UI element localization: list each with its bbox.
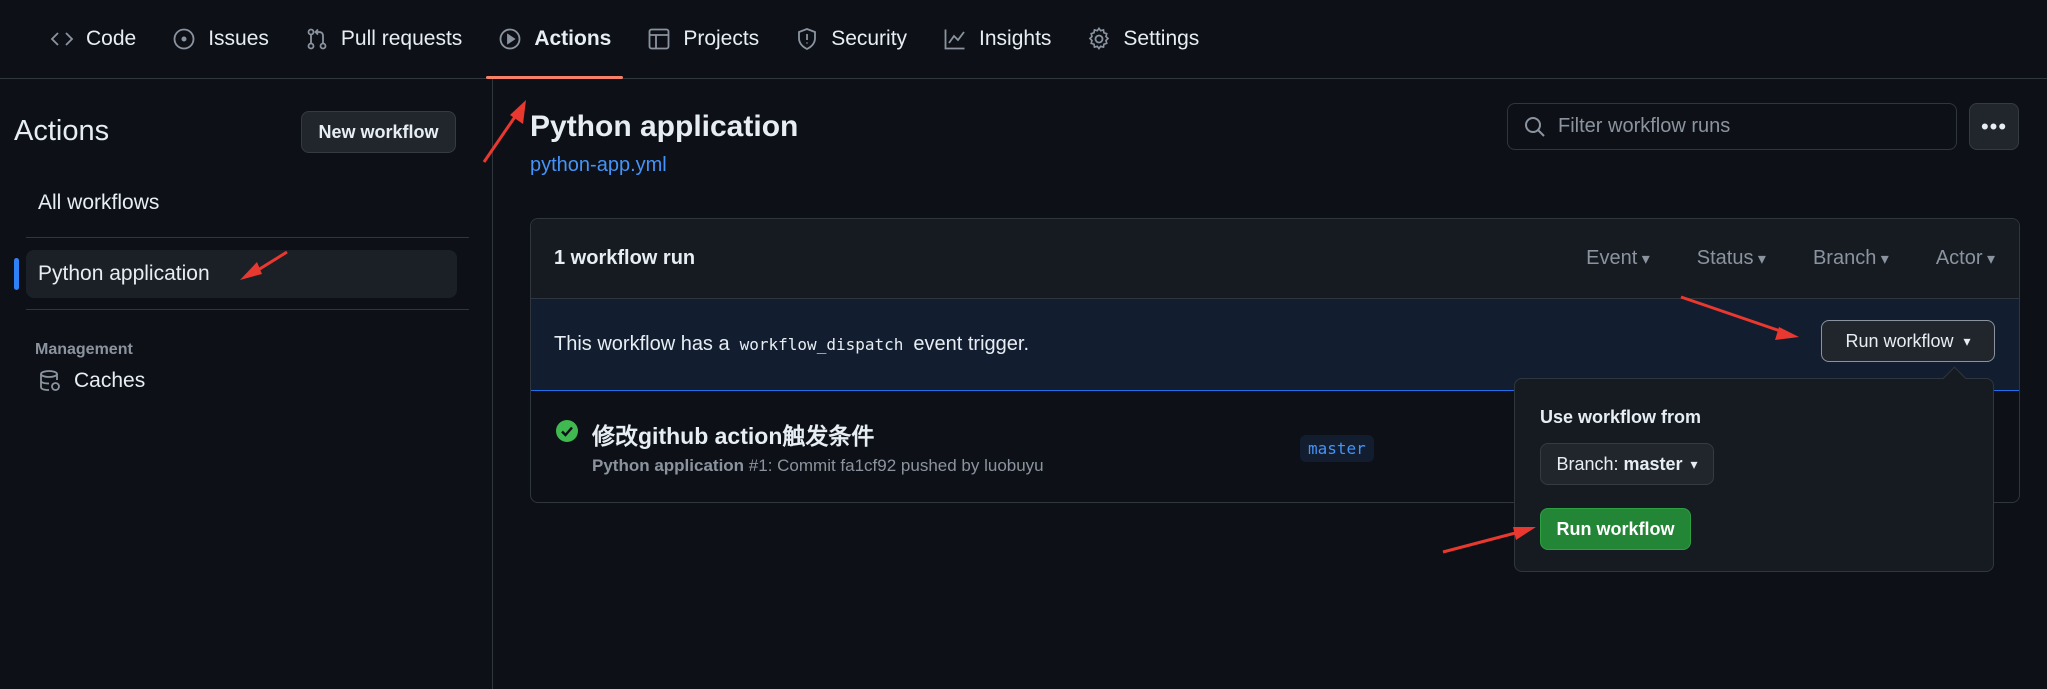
branch-select-button[interactable]: Branch: master ▾ bbox=[1540, 443, 1714, 485]
issue-icon bbox=[173, 28, 195, 50]
workflow-file-link[interactable]: python-app.yml bbox=[530, 154, 667, 177]
tab-code[interactable]: Code bbox=[38, 0, 148, 78]
tab-actions[interactable]: Actions bbox=[486, 0, 624, 79]
popover-label: Use workflow from bbox=[1540, 407, 1702, 427]
run-subtitle: Python application #1: Commit fa1cf92 pu… bbox=[592, 456, 1044, 476]
more-options-button[interactable]: ••• bbox=[1969, 103, 2019, 150]
branch-prefix: Branch: bbox=[1556, 453, 1619, 474]
run-detail: #1: Commit fa1cf92 pushed by luobuyu bbox=[748, 456, 1044, 475]
pull-request-icon bbox=[307, 28, 327, 50]
tab-issues-label: Issues bbox=[208, 27, 269, 50]
filter-branch-dropdown[interactable]: Branch bbox=[1813, 247, 1889, 270]
tab-actions-label: Actions bbox=[534, 27, 612, 50]
run-workflow-name: Python application bbox=[592, 456, 745, 475]
filter-actor-dropdown[interactable]: Actor bbox=[1936, 247, 1995, 270]
branch-tag[interactable]: master bbox=[1300, 435, 1374, 462]
success-check-icon bbox=[556, 420, 578, 442]
sidebar-item-all-workflows[interactable]: All workflows bbox=[26, 179, 457, 227]
sidebar-item-python-application[interactable]: Python application bbox=[14, 250, 457, 298]
table-icon bbox=[648, 28, 670, 50]
tab-issues[interactable]: Issues bbox=[160, 0, 281, 78]
sidebar-item-label: All workflows bbox=[38, 191, 160, 214]
repo-nav: Code Issues Pull requests Actions Projec… bbox=[0, 0, 2047, 79]
chevron-down-icon: ▾ bbox=[1963, 332, 1971, 349]
filter-status-dropdown[interactable]: Status bbox=[1697, 247, 1766, 270]
sidebar-title: Actions bbox=[14, 115, 110, 147]
tab-projects-label: Projects bbox=[683, 27, 760, 50]
tab-security-label: Security bbox=[831, 27, 908, 50]
actions-sidebar: Actions New workflow All workflows Pytho… bbox=[0, 79, 493, 689]
tab-settings[interactable]: Settings bbox=[1075, 0, 1211, 78]
graph-icon bbox=[944, 29, 965, 50]
play-icon bbox=[499, 28, 521, 50]
runs-filters: Event Status Branch Actor bbox=[1586, 247, 1995, 270]
runs-count: 1 workflow run bbox=[554, 247, 696, 269]
tab-insights-label: Insights bbox=[979, 27, 1052, 50]
run-workflow-label: Run workflow bbox=[1845, 330, 1954, 351]
database-icon bbox=[40, 370, 60, 391]
dispatch-prefix: This workflow has a bbox=[554, 333, 730, 355]
workflow-title: Python application bbox=[530, 110, 799, 143]
sidebar-item-caches[interactable]: Caches bbox=[26, 357, 457, 405]
tab-code-label: Code bbox=[86, 27, 137, 50]
dispatch-suffix: event trigger. bbox=[913, 333, 1030, 355]
filter-workflow-runs-input[interactable]: Filter workflow runs bbox=[1507, 103, 1957, 150]
run-workflow-dropdown-button[interactable]: Run workflow ▾ bbox=[1821, 320, 1995, 362]
sidebar-item-label: Python application bbox=[38, 262, 210, 285]
sidebar-item-label: Caches bbox=[74, 369, 146, 392]
branch-value: master bbox=[1623, 453, 1683, 474]
filter-placeholder: Filter workflow runs bbox=[1558, 115, 1731, 137]
sidebar-divider bbox=[26, 309, 469, 310]
tab-pull-requests[interactable]: Pull requests bbox=[293, 0, 474, 78]
chevron-down-icon: ▾ bbox=[1690, 455, 1698, 472]
runs-header: 1 workflow run Event Status Branch Actor bbox=[531, 219, 2019, 299]
search-icon bbox=[1525, 117, 1545, 137]
sidebar-divider bbox=[26, 237, 469, 238]
tab-pull-requests-label: Pull requests bbox=[340, 27, 463, 50]
new-workflow-button[interactable]: New workflow bbox=[301, 111, 456, 153]
tab-projects[interactable]: Projects bbox=[635, 0, 771, 78]
run-workflow-submit-button[interactable]: Run workflow bbox=[1540, 508, 1691, 550]
shield-icon bbox=[798, 28, 817, 51]
run-title[interactable]: 修改github action触发条件 bbox=[592, 417, 874, 451]
tab-insights[interactable]: Insights bbox=[931, 0, 1063, 78]
tab-settings-label: Settings bbox=[1123, 27, 1200, 50]
code-icon bbox=[50, 32, 74, 46]
gear-icon bbox=[1089, 27, 1110, 51]
run-workflow-popover: Use workflow from Branch: master ▾ Run w… bbox=[1514, 378, 1994, 572]
tab-security[interactable]: Security bbox=[783, 0, 919, 78]
filter-event-dropdown[interactable]: Event bbox=[1586, 247, 1650, 270]
dispatch-code: workflow_dispatch bbox=[739, 335, 904, 354]
